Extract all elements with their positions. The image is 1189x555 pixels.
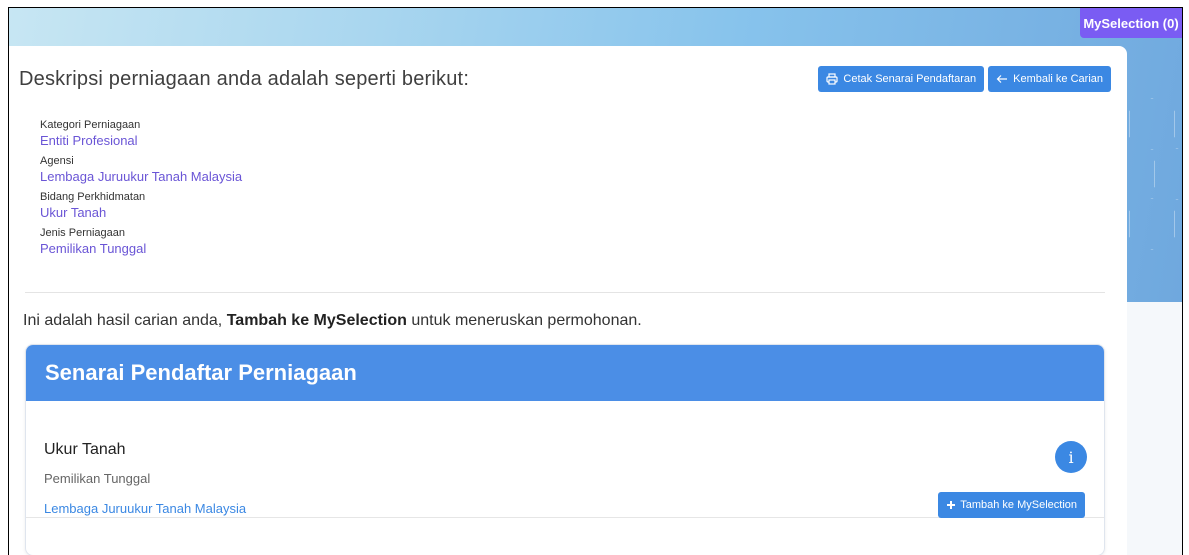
item-subtitle: Pemilikan Tunggal (44, 471, 151, 486)
myselection-label: MySelection (0) (1083, 15, 1179, 31)
description-value: Pemilikan Tunggal (40, 241, 147, 256)
printer-icon (826, 73, 839, 85)
right-panel (1127, 302, 1182, 555)
item-title: Ukur Tanah (44, 441, 126, 458)
plus-icon (947, 501, 956, 509)
page-title: Deskripsi perniagaan anda adalah seperti… (19, 68, 470, 90)
list-title: Senarai Pendaftar Perniagaan (26, 345, 1104, 401)
add-button-label: Tambah ke MySelection (960, 499, 1077, 511)
back-to-search-button[interactable]: Kembali ke Carian (988, 66, 1111, 92)
main-card: Deskripsi perniagaan anda adalah seperti… (9, 46, 1127, 555)
description-label: Jenis Perniagaan (40, 227, 126, 239)
app-frame: MySelection (0) Deskripsi perniagaan and… (8, 7, 1183, 555)
description-label: Kategori Perniagaan (40, 119, 141, 131)
intro-emphasis: Tambah ke MySelection (226, 312, 407, 329)
registration-list: Senarai Pendaftar Perniagaan Ukur Tanah … (25, 344, 1105, 555)
description-label: Agensi (40, 155, 74, 167)
back-button-label: Kembali ke Carian (1013, 73, 1103, 85)
print-button-label: Cetak Senarai Pendaftaran (843, 73, 977, 85)
description-value: Ukur Tanah (40, 205, 107, 220)
description-label: Bidang Perkhidmatan (40, 191, 146, 203)
decorative-hexagon (1129, 198, 1175, 250)
info-glyph: i (1068, 447, 1074, 467)
business-description: Kategori Perniagaan Entiti Profesional A… (40, 119, 242, 263)
intro-text-end: untuk meneruskan permohonan. (406, 312, 642, 329)
description-value: Entiti Profesional (40, 133, 138, 148)
description-value: Lembaga Juruukur Tanah Malaysia (40, 169, 243, 184)
arrow-left-icon (996, 75, 1008, 83)
intro-text: Ini adalah hasil carian anda, (23, 312, 227, 329)
add-to-myselection-button[interactable]: Tambah ke MySelection (938, 492, 1085, 518)
item-agency-link[interactable]: Lembaga Juruukur Tanah Malaysia (44, 501, 246, 516)
list-item: Ukur Tanah Pemilikan Tunggal Lembaga Jur… (26, 401, 1104, 518)
print-registration-button[interactable]: Cetak Senarai Pendaftaran (818, 66, 985, 92)
decorative-hexagon (1154, 148, 1182, 200)
decorative-hexagon (1129, 98, 1175, 150)
action-buttons: Cetak Senarai Pendaftaran Kembali ke Car… (818, 66, 1111, 92)
results-intro: Ini adalah hasil carian anda, Tambah ke … (23, 312, 642, 330)
section-divider (25, 292, 1105, 293)
info-icon[interactable]: i (1055, 441, 1087, 473)
myselection-button[interactable]: MySelection (0) (1080, 8, 1182, 38)
